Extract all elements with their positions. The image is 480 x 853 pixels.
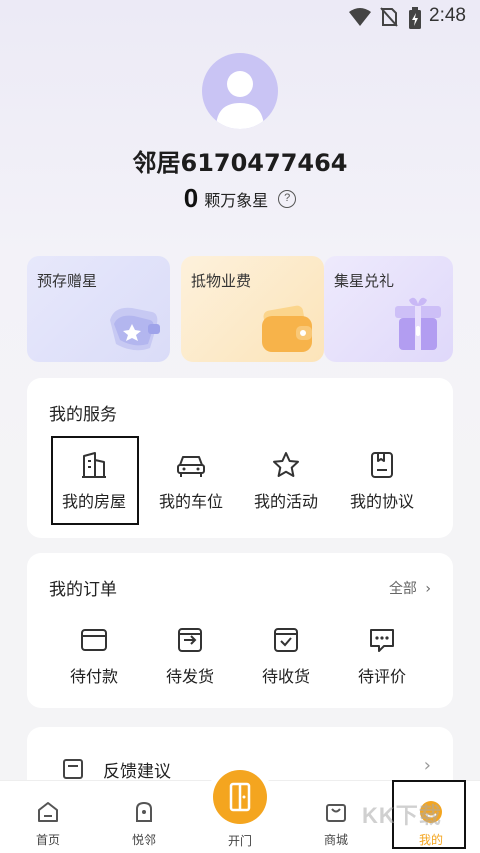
nav-label: 悦邻: [131, 833, 156, 847]
service-label: 我的车位: [158, 492, 223, 511]
service-label: 我的协议: [349, 492, 414, 511]
user-icon: [216, 71, 264, 129]
nav-label: 商城: [323, 833, 348, 847]
promo-redeem-gifts[interactable]: 集星兑礼: [324, 256, 453, 362]
view-all-orders-link[interactable]: 全部 ›: [389, 578, 431, 598]
promo-label: 抵物业费: [191, 272, 252, 290]
chevron-right-icon: ›: [425, 581, 431, 597]
nav-label: 首页: [35, 833, 60, 847]
battery-icon: [409, 7, 421, 29]
comment-icon: [370, 629, 394, 652]
promo-label: 集星兑礼: [334, 272, 395, 290]
stars-label: 颗万象星: [204, 190, 269, 210]
help-icon[interactable]: ?: [278, 189, 297, 208]
neighbor-icon: [136, 801, 152, 822]
services-title: 我的服务: [49, 405, 117, 425]
wallet-star-icon: [110, 307, 160, 351]
order-label: 待评价: [357, 667, 406, 686]
service-label: 我的活动: [253, 492, 318, 511]
ship-icon: [178, 628, 202, 652]
card-icon: [81, 629, 107, 651]
receive-icon: [274, 628, 298, 652]
chevron-right-icon: ›: [423, 755, 431, 776]
service-my-parking[interactable]: 我的车位: [146, 450, 236, 512]
avatar[interactable]: [202, 53, 278, 129]
order-label: 待发货: [165, 667, 214, 686]
bag-icon: [326, 804, 346, 822]
car-icon: [177, 456, 205, 477]
promo-label: 预存赠星: [37, 272, 98, 290]
home-icon: [38, 802, 58, 822]
order-pending-shipment[interactable]: 待发货: [145, 625, 235, 687]
order-pending-receipt[interactable]: 待收货: [241, 625, 331, 687]
service-my-activities[interactable]: 我的活动: [241, 450, 331, 512]
order-pending-review[interactable]: 待评价: [337, 625, 427, 687]
gift-icon: [395, 297, 441, 350]
nav-mall[interactable]: 商城: [301, 799, 371, 848]
feedback-icon: [63, 759, 83, 779]
status-time: 2:48: [429, 5, 466, 26]
nickname: 邻居6170477464: [132, 149, 348, 177]
watermark: KK下载: [362, 803, 442, 828]
nav-home[interactable]: 首页: [13, 799, 83, 848]
orders-card: 我的订单 全部 › 待付款 待发货 待收货 待评价: [27, 553, 453, 708]
wifi-icon: [349, 8, 371, 26]
promo-property-fee[interactable]: 抵物业费: [181, 256, 324, 362]
feedback-label: 反馈建议: [103, 762, 171, 782]
star-icon: [273, 452, 299, 477]
wallet-icon: [262, 305, 312, 352]
nav-neighbors[interactable]: 悦邻: [109, 799, 179, 848]
highlight-box: [51, 436, 139, 525]
order-pending-payment[interactable]: 待付款: [49, 625, 139, 687]
view-all-label: 全部: [388, 581, 417, 597]
no-sim-icon: [380, 7, 398, 27]
promo-prestore-stars[interactable]: 预存赠星: [27, 256, 170, 362]
open-door-button[interactable]: [213, 770, 267, 824]
order-label: 待付款: [69, 667, 118, 686]
status-bar: 2:48: [0, 0, 480, 34]
order-label: 待收货: [261, 667, 310, 686]
orders-title: 我的订单: [49, 580, 117, 600]
service-my-agreements[interactable]: 我的协议: [337, 450, 427, 512]
stars-count: 0: [183, 183, 199, 213]
document-icon: [371, 452, 393, 478]
door-label: 开门: [227, 834, 252, 848]
stars-row[interactable]: 0 颗万象星 ?: [0, 183, 480, 214]
door-icon: [229, 782, 251, 812]
